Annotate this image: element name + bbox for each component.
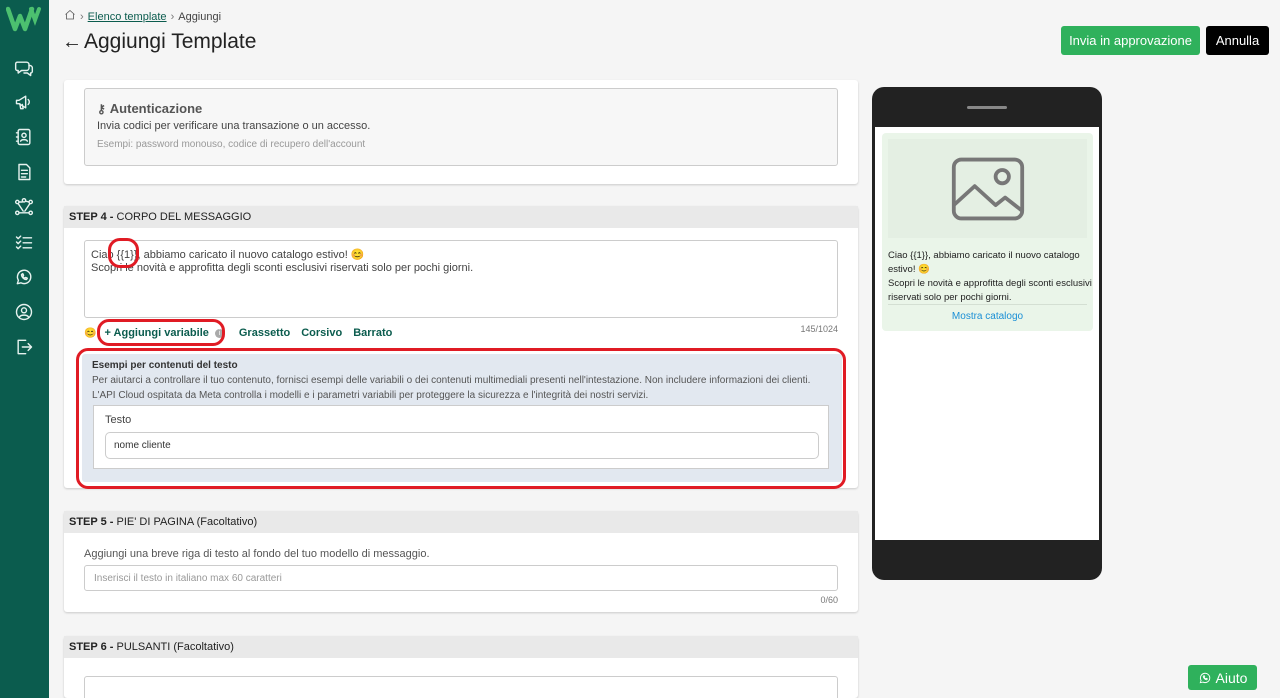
emoji-button[interactable]: 😊 [84,328,96,339]
sidebar [0,0,49,698]
italic-button[interactable]: Corsivo [301,327,342,339]
checklist-icon[interactable] [13,231,35,253]
body-line-1: Ciao {{1}}, abbiamo caricato il nuovo ca… [91,249,365,261]
step5-title: PIE' DI PAGINA (Facoltativo) [116,516,258,528]
breadcrumb-link-template-list[interactable]: Elenco template [88,11,167,23]
step6-header: STEP 6 - PULSANTI (Facoltativo) [64,636,858,658]
chevron-right-icon: › [80,10,84,23]
brand-logo[interactable] [6,6,42,32]
strikethrough-button[interactable]: Barrato [353,327,392,339]
breadcrumb-current: Aggiungi [178,10,222,23]
page-title: Aggiungi Template [84,30,257,53]
category-card: ⚷ Autenticazione Invia codici per verifi… [64,80,858,184]
body-char-counter: 145/1024 [800,324,838,334]
page-title-row: ← Aggiungi Template [62,30,256,54]
image-placeholder-icon [888,139,1087,238]
step4-card: STEP 4 - CORPO DEL MESSAGGIO Ciao {{1}},… [64,206,858,489]
chevron-right-icon: › [170,10,175,23]
show-catalog-button[interactable]: Mostra catalogo [882,311,1093,322]
category-option-authentication[interactable]: ⚷ Autenticazione Invia codici per verifi… [84,88,838,166]
cancel-button[interactable]: Annulla [1206,26,1269,55]
preview-text: Ciao {{1}}, abbiamo caricato il nuovo ca… [888,249,1093,305]
document-icon[interactable] [13,161,35,183]
footer-description: Aggiungi una breve riga di testo al fond… [84,548,430,560]
footer-char-counter: 0/60 [820,595,838,605]
message-bubble: Ciao {{1}}, abbiamo caricato il nuovo ca… [882,133,1093,331]
phone-speaker [967,106,1007,109]
step6-card: STEP 6 - PULSANTI (Facoltativo) [64,636,858,698]
chat-icon[interactable] [13,57,35,79]
help-label: Aiuto [1215,669,1248,686]
profile-icon[interactable] [13,301,35,323]
auth-description: Invia codici per verificare una transazi… [97,120,371,132]
preview-line-1: Ciao {{1}}, abbiamo caricato il nuovo ca… [888,250,1080,275]
auth-examples: Esempi: password monouso, codice di recu… [97,139,366,150]
add-variable-highlight-ring [97,319,225,346]
step4-header: STEP 4 - CORPO DEL MESSAGGIO [64,206,858,228]
footer-input[interactable]: Inserisci il testo in italiano max 60 ca… [84,565,838,591]
whatsapp-icon [1199,672,1210,683]
variable-highlight-ring [108,238,139,268]
help-button[interactable]: Aiuto [1188,665,1257,690]
message-body-textarea[interactable]: Ciao {{1}}, abbiamo caricato il nuovo ca… [84,240,838,318]
step6-title: PULSANTI (Facoltativo) [116,641,234,653]
step6-number: STEP 6 - [69,641,114,653]
home-icon[interactable] [64,9,76,24]
step4-number: STEP 4 - [69,211,114,223]
flow-icon[interactable] [13,196,35,218]
step4-title: CORPO DEL MESSAGGIO [116,211,252,223]
phone-preview: Ciao {{1}}, abbiamo caricato il nuovo ca… [872,87,1102,580]
breadcrumb: › Elenco template › Aggiungi [64,9,221,24]
auth-title-row: ⚷ Autenticazione [97,101,825,116]
bold-button[interactable]: Grassetto [239,327,290,339]
preview-line-2: Scopri le novità e approfitta degli scon… [888,278,1092,303]
phone-screen: Ciao {{1}}, abbiamo caricato il nuovo ca… [875,127,1099,540]
logout-icon[interactable] [13,336,35,358]
examples-highlight-ring [76,348,846,489]
key-icon: ⚷ [97,101,106,116]
body-line-2: Scopri le novità e approfitta degli scon… [91,262,474,274]
back-arrow-icon[interactable]: ← [62,31,82,54]
send-for-approval-button[interactable]: Invia in approvazione [1061,26,1200,55]
buttons-dropdown[interactable] [84,676,838,698]
step5-number: STEP 5 - [69,516,114,528]
step5-card: STEP 5 - PIE' DI PAGINA (Facoltativo) Ag… [64,511,858,612]
contacts-icon[interactable] [13,126,35,148]
whatsapp-icon[interactable] [13,266,35,288]
megaphone-icon[interactable] [13,91,35,113]
auth-title: Autenticazione [109,101,203,116]
bubble-divider [888,304,1087,305]
step5-header: STEP 5 - PIE' DI PAGINA (Facoltativo) [64,511,858,533]
